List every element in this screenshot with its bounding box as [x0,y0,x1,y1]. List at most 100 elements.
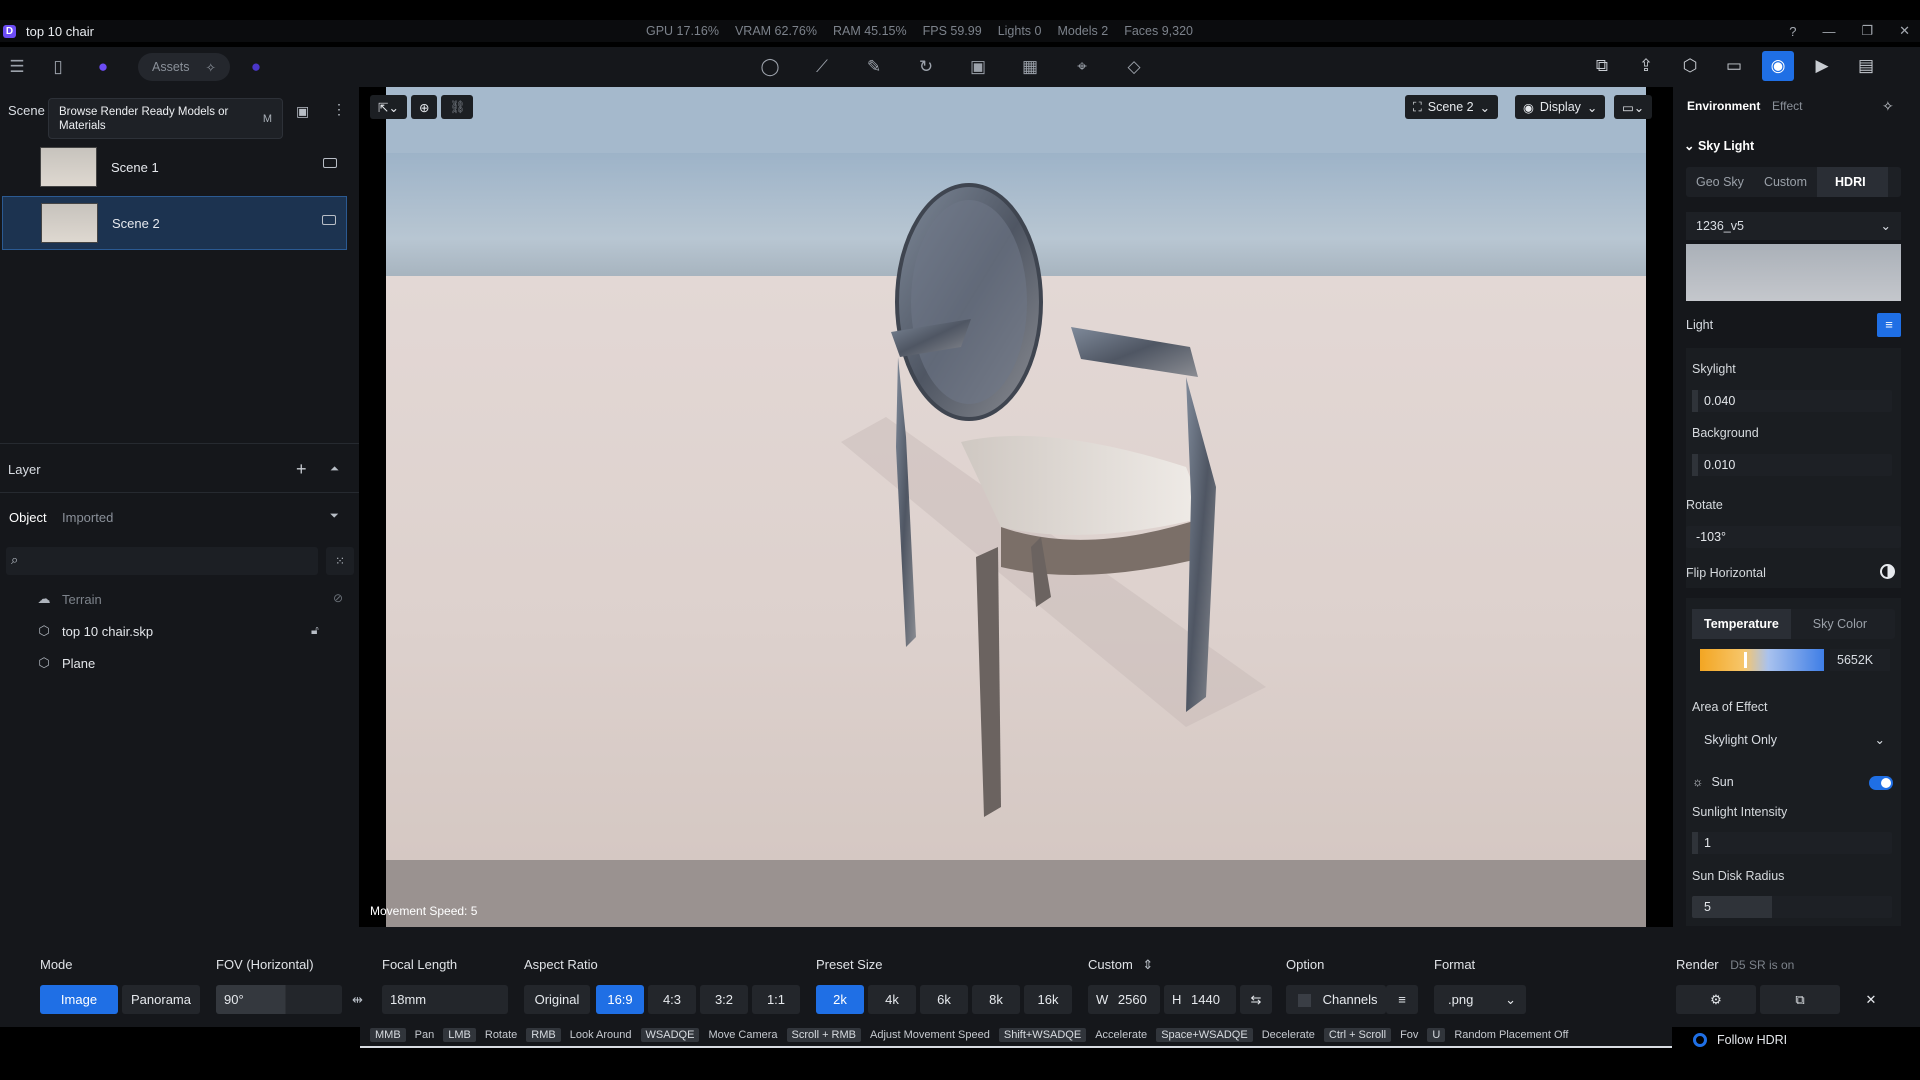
rotate-input[interactable]: -103° [1686,526,1901,548]
width-input[interactable]: W 2560 [1088,985,1160,1014]
assets-button[interactable]: Assets ✧ [138,53,230,81]
preset-8k-button[interactable]: 8k [972,985,1020,1014]
camera-icon[interactable] [322,215,336,225]
sun-toggle[interactable] [1869,776,1893,790]
globe-button[interactable]: ⊕ [410,95,438,119]
height-input[interactable]: H 1440 [1164,985,1236,1014]
shortcut-action: Adjust Movement Speed [870,1029,990,1041]
terrain-tool-icon[interactable]: ◇ [1122,55,1146,79]
minimize-icon[interactable]: — [1822,24,1835,39]
file-icon[interactable]: ▯ [46,55,70,79]
aspect-3-2-button[interactable]: 3:2 [700,985,748,1014]
aspect-original-button[interactable]: Original [524,985,590,1014]
collapse-icon[interactable]: ⏶ [330,463,339,476]
sun-intensity-input[interactable]: 1 [1692,832,1892,854]
mode-panorama-button[interactable]: Panorama [122,985,200,1014]
mode-image-button[interactable]: Image [40,985,118,1014]
link-width-icon[interactable]: ⇹ [352,992,363,1008]
lock-ratio-icon[interactable]: ⇕ [1142,957,1153,972]
monitor-icon[interactable]: ▭ [1718,51,1750,81]
link-button[interactable]: ⛓ [441,95,474,119]
more-icon[interactable]: ⋮ [332,101,346,118]
background-input[interactable]: 0.010 [1692,454,1892,476]
grid-view-icon[interactable]: ⁙ [326,547,354,575]
camera-icon[interactable] [323,158,337,168]
skylight-input[interactable]: 0.040 [1692,390,1892,412]
area-of-effect-select[interactable]: Skylight Only ⌄ [1692,727,1895,753]
color-mode-temperature[interactable]: Temperature [1692,609,1791,639]
temperature-input[interactable]: 5652K [1830,649,1890,671]
video-icon[interactable]: ▶ [1806,51,1838,81]
lock-icon[interactable]: 🔓︎ [311,623,319,638]
sky-mode-geo[interactable]: Geo Sky [1686,167,1754,197]
color-mode-sky[interactable]: Sky Color [1791,609,1867,639]
tree-item-model[interactable]: ⬡ top 10 chair.skp [36,620,153,642]
share-icon[interactable]: ⬡ [1674,51,1706,81]
checkbox-icon [1298,994,1311,1008]
ai-icon[interactable]: ● [244,55,268,79]
sky-light-header[interactable]: ⌄ Sky Light [1684,138,1754,153]
screen-menu-button[interactable]: ▭⌄ [1614,95,1653,119]
light-tool-icon[interactable]: ◯ [758,55,782,79]
sky-mode-hdri[interactable]: HDRI [1817,167,1888,197]
help-icon[interactable]: ? [1789,24,1796,39]
menu-icon[interactable]: ☰ [5,55,29,79]
preset-4k-button[interactable]: 4k [868,985,916,1014]
scene-item[interactable]: Scene 1 [2,140,347,194]
fov-input[interactable]: 90° [216,985,342,1014]
close-render-icon[interactable]: ✕ [1846,985,1896,1014]
grid-tool-icon[interactable]: ▦ [1018,55,1042,79]
render-image-icon[interactable]: ⧉ [1760,985,1840,1014]
tab-object[interactable]: Object [9,510,47,525]
flip-horizontal-toggle[interactable] [1880,564,1895,579]
close-window-icon[interactable]: ✕ [1899,23,1910,39]
scene-selector[interactable]: ⛶ Scene 2 ⌄ [1405,95,1499,119]
path-tool-icon[interactable]: ⟋ [810,55,834,79]
swap-size-icon[interactable]: ⇆ [1240,985,1272,1014]
aspect-1-1-button[interactable]: 1:1 [752,985,800,1014]
light-settings-icon[interactable]: ≡ [1877,313,1901,337]
pin-icon[interactable]: ✧ [1882,98,1894,115]
paint-tool-icon[interactable]: ✎ [862,55,886,79]
tree-item-plane[interactable]: ⬡ Plane [36,652,95,674]
sun-disk-input[interactable]: 5 [1692,896,1892,918]
select-tool-icon[interactable]: ⌖ [1070,55,1094,79]
rotate-tool-icon[interactable]: ↻ [914,55,938,79]
preset-2k-button[interactable]: 2k [816,985,864,1014]
material-icon[interactable]: ● [91,55,115,79]
add-layer-icon[interactable]: + [296,459,307,480]
temperature-slider[interactable] [1700,649,1824,671]
box-tool-icon[interactable]: ▣ [966,55,990,79]
channels-checkbox[interactable]: Channels [1286,985,1386,1014]
temperature-handle[interactable] [1744,652,1747,668]
export-icon[interactable]: ⇪ [1630,51,1662,81]
sky-mode-custom[interactable]: Custom [1754,167,1817,197]
tree-item-terrain[interactable]: ☁ Terrain [36,588,102,610]
render-settings-icon[interactable]: ⚙ [1676,985,1756,1014]
restore-icon[interactable]: ❐ [1861,23,1873,39]
hdri-select[interactable]: 1236_v5 ⌄ [1686,212,1901,240]
format-select[interactable]: .png ⌄ [1434,985,1526,1014]
aspect-4-3-button[interactable]: 4:3 [648,985,696,1014]
scene-item[interactable]: Scene 2 [2,196,347,250]
hdri-preview[interactable] [1686,244,1901,301]
filter-icon[interactable]: ⏷ [330,510,339,523]
display-menu-button[interactable]: ◉ Display ⌄ [1515,95,1606,119]
render-queue-icon[interactable]: ⧉ [1586,51,1618,81]
channel-settings-icon[interactable]: ≡ [1386,985,1418,1014]
gallery-icon[interactable]: ▤ [1850,51,1882,81]
camera-icon[interactable]: ◉ [1762,51,1794,81]
chair-model[interactable] [386,87,1646,927]
focal-length-input[interactable]: 18mm [382,985,508,1014]
object-search-input[interactable]: ⌕ [6,547,318,575]
tab-environment[interactable]: Environment [1687,99,1760,113]
aspect-16-9-button[interactable]: 16:9 [596,985,644,1014]
preset-6k-button[interactable]: 6k [920,985,968,1014]
tab-imported[interactable]: Imported [62,510,113,525]
preset-16k-button[interactable]: 16k [1024,985,1072,1014]
tab-effect[interactable]: Effect [1772,99,1802,113]
hidden-eye-icon[interactable]: ⊘ [333,591,343,605]
follow-hdri-option[interactable]: Follow HDRI [1693,1031,1893,1049]
navigation-mode-button[interactable]: ⇱⌄ [370,95,407,119]
scene-view-icon[interactable]: ▣ [296,103,309,120]
